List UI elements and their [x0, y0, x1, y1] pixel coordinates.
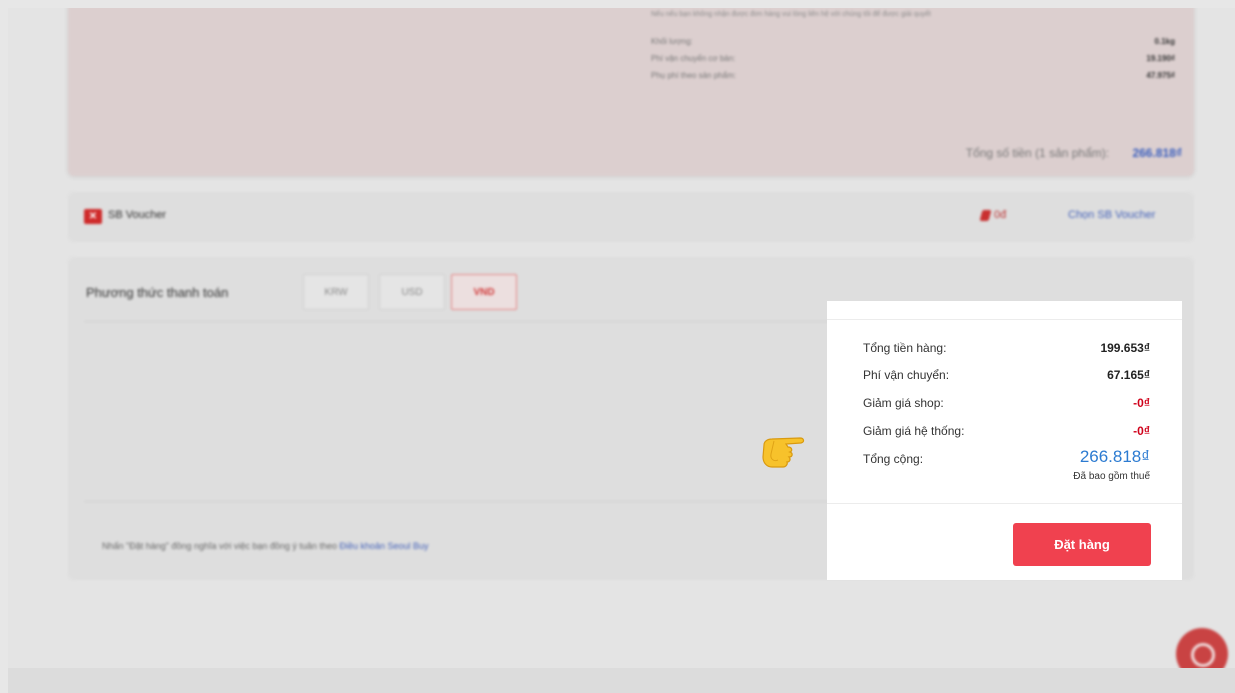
shop-discount-value: -0₫	[1133, 396, 1150, 410]
order-total-line: Tổng số tiền (1 sản phẩm): 266.818₫	[966, 146, 1182, 160]
order-card: Nếu nếu bạn không nhận được đơn hàng vui…	[68, 8, 1194, 176]
shipping-fee-value: 67.165₫	[1107, 368, 1150, 382]
voucher-card: ✕ SB Voucher 0đ Chọn SB Voucher	[68, 192, 1194, 242]
system-discount-label: Giảm giá hệ thống:	[863, 424, 965, 438]
chat-icon	[1191, 643, 1215, 667]
tax-note: Đã bao gồm thuế	[1073, 471, 1150, 482]
base-shipping-label: Phí vận chuyển cơ bản:	[651, 54, 736, 63]
system-discount-value: -0₫	[1133, 424, 1150, 438]
summary-top-divider	[827, 319, 1182, 320]
grand-total-value: 266.818₫	[1079, 447, 1150, 466]
currency-vnd-button[interactable]: VND	[451, 274, 517, 310]
goods-total-value: 199.653₫	[1100, 341, 1150, 355]
grand-total-label: Tổng cộng:	[863, 452, 924, 466]
order-total-label: Tổng số tiền (1 sản phẩm):	[965, 146, 1110, 160]
order-summary-panel: Tổng tiền hàng: 199.653₫ Phí vận chuyển:…	[827, 301, 1182, 580]
base-shipping-value: 19.190₫	[1146, 54, 1175, 63]
summary-mid-divider	[827, 503, 1182, 504]
pointing-hand-icon	[762, 437, 805, 468]
voucher-title: SB Voucher	[108, 209, 167, 221]
weight-label: Khối lượng:	[651, 37, 693, 46]
weight-value: 0.1kg	[1154, 37, 1175, 46]
order-notice: Nếu nếu bạn không nhận được đơn hàng vui…	[651, 11, 931, 18]
sb-voucher-logo-icon: ✕	[84, 209, 102, 224]
surcharge-row: Phụ phí theo sản phẩm: 47.975₫	[651, 71, 1175, 80]
voucher-amount: 0đ	[979, 209, 1007, 221]
surcharge-value: 47.975₫	[1146, 71, 1175, 80]
goods-total-label: Tổng tiền hàng:	[863, 341, 947, 355]
place-order-button[interactable]: Đặt hàng	[1013, 523, 1151, 566]
currency-usd-button[interactable]: USD	[379, 274, 445, 310]
currency-krw-button[interactable]: KRW	[303, 274, 369, 310]
voucher-tag-icon	[979, 209, 992, 221]
base-shipping-row: Phí vận chuyển cơ bản: 19.190₫	[651, 54, 1175, 63]
weight-row: Khối lượng: 0.1kg	[651, 37, 1175, 46]
shipping-fee-label: Phí vận chuyển:	[863, 368, 950, 382]
shipping-fee-row: Phí vận chuyển: 67.165₫	[863, 368, 1150, 382]
goods-total-row: Tổng tiền hàng: 199.653₫	[863, 341, 1150, 355]
system-discount-row: Giảm giá hệ thống: -0₫	[863, 424, 1150, 438]
choose-voucher-link[interactable]: Chọn SB Voucher	[1068, 209, 1155, 221]
page-backdrop: Nếu nếu bạn không nhận được đơn hàng vui…	[8, 8, 1235, 693]
shop-discount-label: Giảm giá shop:	[863, 396, 944, 410]
terms-text: Nhấn "Đặt hàng" đồng nghĩa với việc bạn …	[102, 541, 429, 551]
order-total-value: 266.818₫	[1132, 146, 1182, 160]
footer-band	[8, 668, 1235, 693]
surcharge-label: Phụ phí theo sản phẩm:	[651, 71, 736, 80]
terms-link[interactable]: Điều khoản Seoul Buy	[339, 541, 428, 551]
shop-discount-row: Giảm giá shop: -0₫	[863, 396, 1150, 410]
voucher-amount-value: 0đ	[994, 209, 1007, 221]
payment-method-title: Phương thức thanh toán	[86, 285, 229, 300]
terms-prefix: Nhấn "Đặt hàng" đồng nghĩa với việc bạn …	[102, 541, 337, 551]
